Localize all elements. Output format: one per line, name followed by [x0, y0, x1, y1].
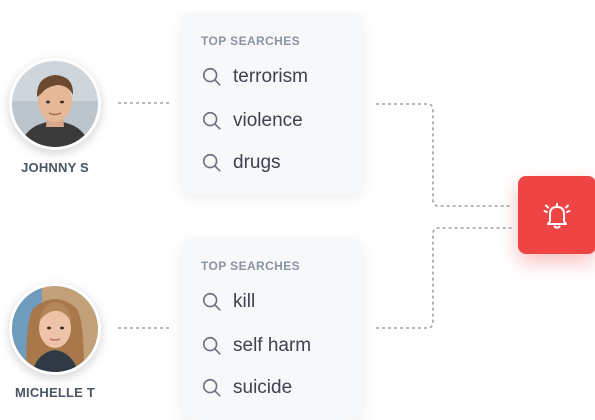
avatar [9, 283, 101, 375]
bell-alert-icon [543, 203, 571, 229]
search-icon [202, 292, 221, 311]
search-item[interactable]: self harm [201, 335, 311, 357]
search-item[interactable]: violence [201, 110, 303, 132]
search-term: suicide [233, 377, 293, 398]
user-johnny: JOHNNY S [0, 58, 110, 175]
avatar [9, 58, 101, 150]
connector-panel1-alert [376, 103, 512, 207]
user-michelle: MICHELLE T [0, 283, 110, 400]
search-icon [202, 336, 221, 355]
search-item[interactable]: drugs [201, 152, 281, 174]
panel-title: TOP SEARCHES [201, 259, 301, 273]
search-term: violence [233, 110, 303, 131]
search-icon [202, 67, 221, 86]
search-term: kill [233, 291, 256, 312]
search-item[interactable]: terrorism [201, 66, 308, 88]
search-term: self harm [233, 335, 312, 356]
top-searches-panel-2: TOP SEARCHES kill self harm suicide [181, 238, 363, 419]
user-name: MICHELLE T [15, 385, 95, 400]
search-item[interactable]: suicide [201, 377, 292, 399]
search-term: terrorism [233, 66, 308, 87]
top-searches-panel-1: TOP SEARCHES terrorism violence drugs [181, 13, 363, 194]
search-item[interactable]: kill [201, 291, 255, 313]
search-icon [202, 153, 221, 172]
search-icon [202, 378, 221, 397]
panel-title: TOP SEARCHES [201, 34, 301, 48]
search-term: drugs [233, 152, 281, 173]
alert-button[interactable] [518, 176, 595, 254]
user-name: JOHNNY S [21, 160, 89, 175]
search-icon [202, 111, 221, 130]
connector-panel2-alert [376, 227, 512, 329]
